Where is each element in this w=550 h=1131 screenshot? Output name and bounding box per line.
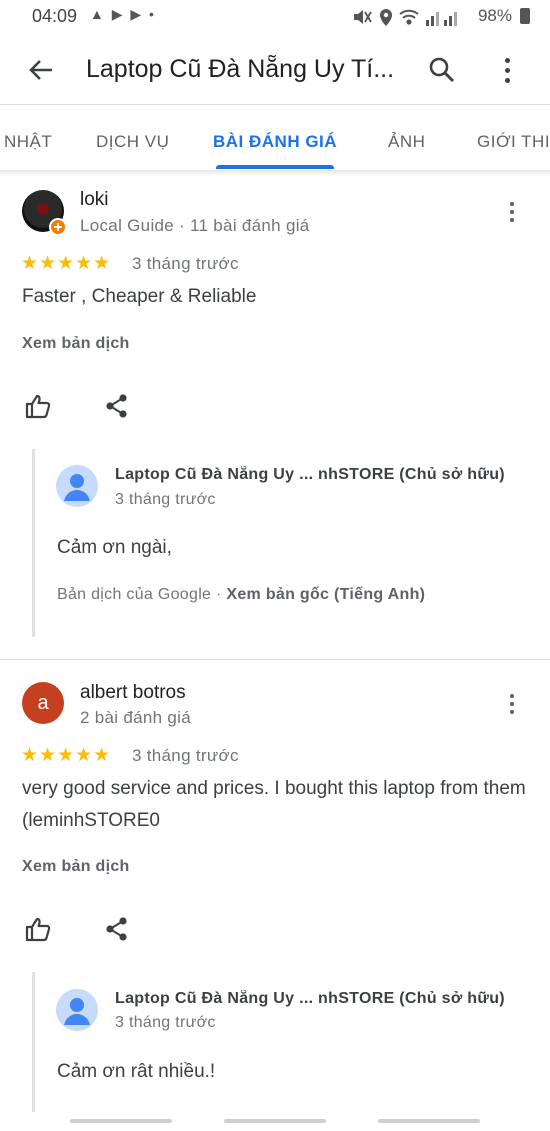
nav-handle[interactable]	[70, 1119, 172, 1123]
review-more-button[interactable]	[500, 202, 524, 226]
mute-icon	[354, 10, 372, 24]
tab-about[interactable]: GIỚI THI	[477, 132, 550, 152]
share-icon	[106, 394, 127, 418]
more-vert-icon	[495, 58, 519, 83]
reviewer-name[interactable]: loki	[80, 189, 109, 211]
translated-by-label: Bản dịch của Google ·	[57, 586, 227, 603]
thumbs-up-icon	[25, 394, 51, 419]
search-icon	[429, 57, 455, 83]
reviewer-meta: Local Guide · 11 bài đánh giá	[80, 216, 310, 235]
review-more-button[interactable]	[500, 694, 524, 718]
more-vert-icon	[500, 694, 524, 714]
reply-date: 3 tháng trước	[115, 1014, 216, 1031]
share-button[interactable]	[104, 916, 130, 942]
tab-photos[interactable]: ẢNH	[388, 132, 425, 152]
like-button[interactable]	[24, 915, 52, 943]
star-rating: ★★★★★	[21, 745, 112, 766]
tab-dich-vu[interactable]: DỊCH VỤ	[96, 132, 169, 152]
back-button[interactable]	[26, 56, 58, 84]
more-vert-icon	[500, 202, 524, 222]
reviewer-name[interactable]: albert botros	[80, 682, 186, 704]
review-text: Faster , Cheaper & Reliable	[22, 286, 257, 307]
review-text: very good service and prices. I bought t…	[22, 778, 526, 831]
tab-reviews[interactable]: BÀI ĐÁNH GIÁ	[213, 132, 337, 152]
owner-avatar	[56, 989, 98, 1031]
tab-nhat[interactable]: NHẬT	[4, 132, 52, 152]
see-translation-link[interactable]: Xem bản dịch	[22, 858, 130, 876]
avatar[interactable]: a	[22, 682, 64, 724]
like-button[interactable]	[24, 392, 52, 420]
review-date: 3 tháng trước	[132, 254, 239, 273]
local-guide-badge	[49, 218, 67, 236]
status-bar: 04:09 ▲ ▶ ▶ • 98%	[0, 0, 550, 34]
more-options-button[interactable]	[495, 58, 519, 87]
status-time: 04:09	[32, 6, 78, 26]
share-button[interactable]	[104, 393, 130, 419]
wifi-icon	[399, 9, 419, 25]
battery-icon	[520, 8, 530, 24]
see-original-link[interactable]: Xem bản gốc (Tiếng Anh)	[226, 586, 425, 603]
search-button[interactable]	[428, 56, 456, 84]
thumbs-up-icon	[25, 917, 51, 942]
see-translation-link[interactable]: Xem bản dịch	[22, 335, 130, 353]
battery-percent: 98%	[477, 6, 512, 25]
signal-icon	[426, 12, 457, 26]
nav-handle[interactable]	[224, 1119, 326, 1123]
avatar-letter: a	[37, 692, 49, 714]
reply-text: Cảm ơn rât nhiều.!	[57, 1061, 216, 1082]
owner-name: Laptop Cũ Đà Nẵng Uy ... nhSTORE (Chủ sở…	[115, 990, 505, 1007]
review-date: 3 tháng trước	[132, 746, 239, 765]
appbar-divider	[0, 104, 550, 105]
star-rating: ★★★★★	[21, 253, 112, 274]
back-arrow-icon	[29, 60, 52, 80]
review-divider	[0, 659, 550, 660]
reviewer-meta: 2 bài đánh giá	[80, 708, 192, 727]
reply-divider	[32, 972, 35, 1112]
reply-divider	[32, 449, 35, 637]
reply-text: Cảm ơn ngài,	[57, 537, 172, 558]
owner-avatar	[56, 465, 98, 507]
page-title: Laptop Cũ Đà Nẵng Uy Tí...	[86, 55, 395, 83]
active-tab-indicator	[216, 165, 334, 169]
google-translation-note: Bản dịch của Google · Xem bản gốc (Tiếng…	[57, 586, 425, 604]
tabs-shadow	[0, 170, 550, 176]
nav-handle[interactable]	[378, 1119, 480, 1123]
share-icon	[106, 917, 127, 941]
notification-icons: ▲ ▶ ▶ •	[90, 6, 156, 22]
location-icon	[380, 9, 392, 26]
reply-date: 3 tháng trước	[115, 491, 216, 508]
status-indicator-icons	[352, 6, 464, 33]
owner-name: Laptop Cũ Đà Nẵng Uy ... nhSTORE (Chủ sở…	[115, 466, 505, 483]
